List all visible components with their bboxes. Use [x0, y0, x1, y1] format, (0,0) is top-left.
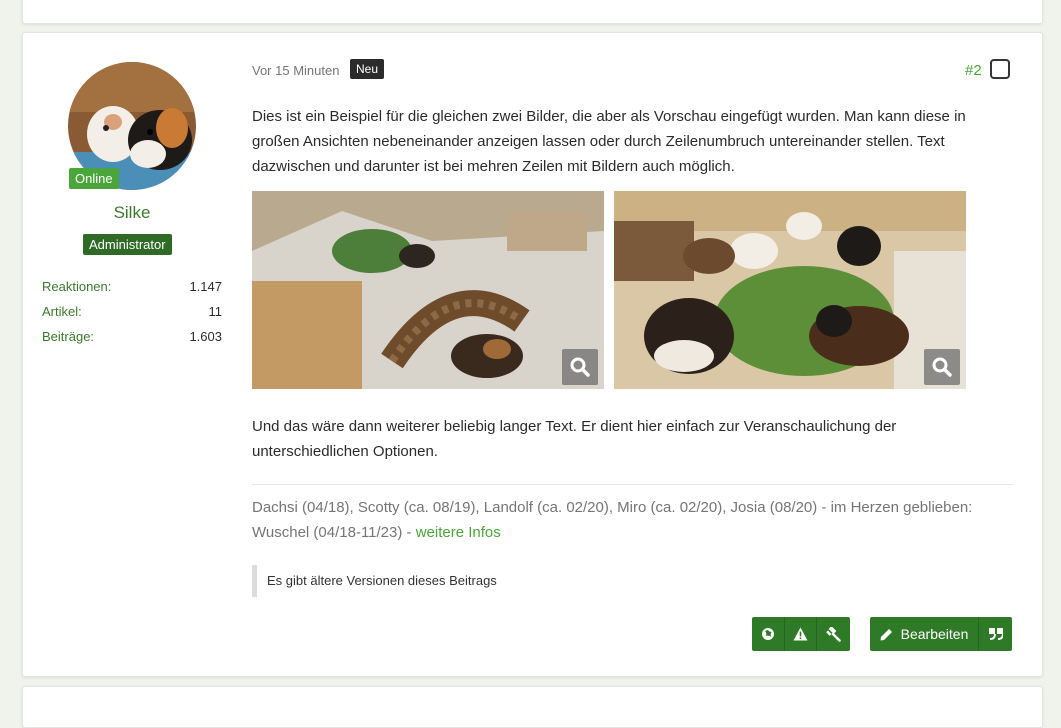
search-icon [570, 357, 590, 377]
older-versions-note[interactable]: Es gibt ältere Versionen dieses Beitrags [252, 565, 667, 597]
new-badge: Neu [350, 59, 385, 79]
moderation-button-group [752, 617, 850, 651]
post-image-2[interactable] [614, 191, 966, 389]
warning-icon [793, 627, 808, 641]
gavel-icon [826, 626, 841, 642]
signature-link[interactable]: weitere Infos [416, 524, 501, 541]
edit-button[interactable]: Bearbeiten [870, 617, 979, 651]
stat-label[interactable]: Beiträge: [42, 329, 94, 354]
pencil-icon [880, 628, 892, 640]
stat-row: Beiträge: 1.603 [42, 329, 222, 354]
search-icon [932, 357, 952, 377]
role-badge: Administrator [83, 234, 172, 255]
next-post-card [22, 686, 1043, 728]
stat-label[interactable]: Reaktionen: [42, 279, 111, 304]
previous-post-card [22, 0, 1043, 24]
zoom-button[interactable] [924, 349, 960, 385]
signature: Dachsi (04/18), Scotty (ca. 08/19), Land… [252, 495, 1022, 545]
post-paragraph-2: Und das wäre dann weiterer beliebig lang… [252, 418, 897, 460]
signature-divider [252, 484, 1013, 485]
username[interactable]: Silke [23, 203, 241, 223]
post-paragraph-1: Dies ist ein Beispiel für die gleichen z… [252, 108, 966, 175]
stat-row: Reaktionen: 1.147 [42, 279, 222, 304]
zoom-button[interactable] [562, 349, 598, 385]
post-number-link[interactable]: #2 [965, 62, 982, 79]
moderate-button[interactable] [817, 617, 850, 651]
select-post-checkbox[interactable] [990, 59, 1010, 79]
post-timestamp[interactable]: Vor 15 Minuten [252, 63, 339, 78]
stat-value: 1.147 [189, 279, 222, 294]
post-card: Online Silke Administrator Reaktionen: 1… [22, 32, 1043, 677]
stat-value: 11 [208, 304, 223, 319]
stat-label[interactable]: Artikel: [42, 304, 82, 329]
online-badge: Online [69, 168, 119, 189]
signature-text: Dachsi (04/18), Scotty (ca. 08/19), Land… [252, 499, 973, 541]
post-image-1[interactable] [252, 191, 604, 389]
quote-button[interactable] [979, 617, 1012, 651]
post-action-button-group: Bearbeiten [870, 617, 1012, 651]
globe-icon [761, 628, 774, 640]
user-stats: Reaktionen: 1.147 Artikel: 11 Beiträge: … [42, 279, 222, 354]
stat-value: 1.603 [189, 329, 222, 344]
stat-row: Artikel: 11 [42, 304, 222, 329]
report-button[interactable] [785, 617, 818, 651]
ip-info-button[interactable] [752, 617, 785, 651]
edit-button-label: Bearbeiten [900, 626, 969, 642]
quote-icon [988, 628, 1003, 640]
